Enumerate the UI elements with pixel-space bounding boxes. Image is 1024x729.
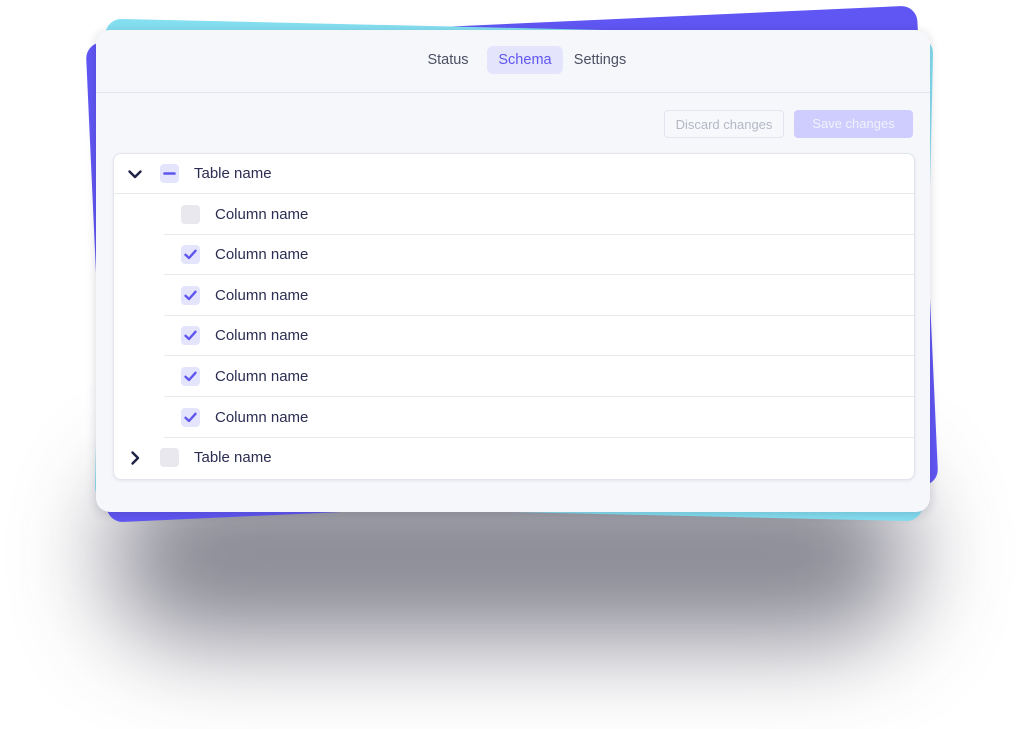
table-checkbox[interactable] <box>160 164 179 183</box>
checkmark-icon <box>184 330 197 341</box>
save-changes-button[interactable]: Save changes <box>794 110 913 138</box>
tab-schema[interactable]: Schema <box>487 46 563 74</box>
schema-tree: Table name Column name Column name Column n… <box>113 153 915 480</box>
column-name: Column name <box>215 327 309 345</box>
column-name: Column name <box>215 286 309 304</box>
column-checkbox[interactable] <box>181 204 200 224</box>
minus-icon <box>163 172 176 175</box>
column-checkbox[interactable] <box>181 245 200 265</box>
column-name: Column name <box>215 246 309 264</box>
table-checkbox[interactable] <box>160 448 179 468</box>
chevron-down-icon[interactable] <box>126 165 144 183</box>
column-row[interactable]: Column name <box>114 276 914 316</box>
table-name: Table name <box>194 165 272 182</box>
column-checkbox[interactable] <box>181 326 200 346</box>
tab-status[interactable]: Status <box>418 46 478 74</box>
stage: Status Schema Settings Discard changes S… <box>0 0 1024 729</box>
column-checkbox[interactable] <box>181 367 200 386</box>
table-row[interactable]: Table name <box>114 154 914 194</box>
column-checkbox[interactable] <box>181 407 200 427</box>
chevron-right-icon[interactable] <box>126 449 144 467</box>
discard-changes-button[interactable]: Discard changes <box>664 110 784 138</box>
column-row[interactable]: Column name <box>114 398 914 438</box>
tab-settings[interactable]: Settings <box>566 46 634 74</box>
checkmark-icon <box>184 290 197 300</box>
checkmark-icon <box>184 249 197 260</box>
column-row[interactable]: Column name <box>114 195 914 235</box>
tab-bar: Status Schema Settings <box>96 30 930 93</box>
schema-card: Status Schema Settings Discard changes S… <box>96 30 930 512</box>
column-name: Column name <box>215 368 309 385</box>
table-row[interactable]: Table name <box>114 438 914 478</box>
column-name: Column name <box>215 205 309 223</box>
column-row[interactable]: Column name <box>114 316 914 357</box>
checkmark-icon <box>184 412 197 422</box>
column-row[interactable]: Column name <box>114 235 914 276</box>
column-checkbox[interactable] <box>181 285 200 305</box>
column-name: Column name <box>215 408 309 426</box>
column-row[interactable]: Column name <box>114 357 914 397</box>
table-name: Table name <box>194 449 272 467</box>
checkmark-icon <box>184 371 197 382</box>
